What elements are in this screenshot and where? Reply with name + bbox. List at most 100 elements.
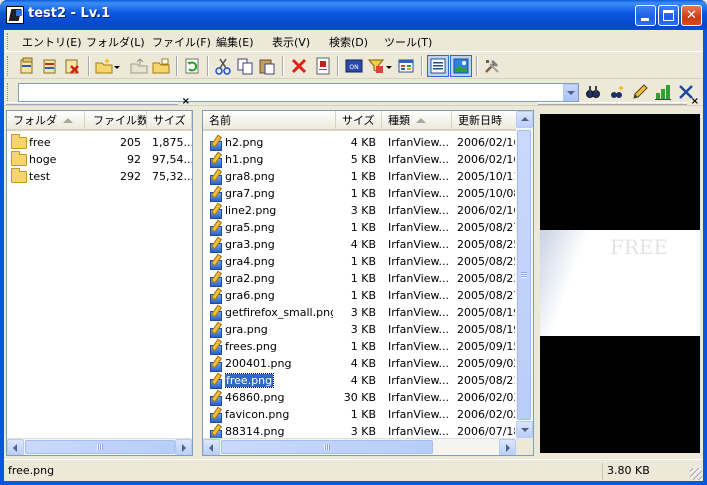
preview-pane[interactable]: FREE [540,114,700,453]
file-date: 2006/02/03 [457,391,515,404]
folder-row[interactable]: hoge 92 97,54... [7,151,192,168]
filter-icon[interactable] [367,57,385,75]
file-col-type[interactable]: 種類 [382,111,452,130]
png-file-icon [208,169,222,185]
folder-pane-grip [6,102,178,105]
minimize-button[interactable] [635,5,656,26]
menu-search[interactable]: 検索(D) [329,34,368,50]
maximize-button[interactable] [658,5,679,26]
folder-up-icon[interactable] [130,57,148,75]
file-pane: 名前 サイズ 種類 更新日時 h2.png 4 KB IrfanView... 200… [202,110,534,456]
file-row[interactable]: gra5.png 1 KB IrfanView... 2005/08/27 [203,219,516,236]
delete-icon[interactable] [290,57,308,75]
file-row[interactable]: gra8.png 1 KB IrfanView... 2005/10/11 [203,168,516,185]
tools-icon[interactable] [483,57,501,75]
file-row[interactable]: gra6.png 1 KB IrfanView... 2005/08/27 [203,287,516,304]
file-row[interactable]: gra4.png 1 KB IrfanView... 2005/08/25 [203,253,516,270]
folder-pane-close-icon[interactable]: × [182,96,190,107]
toolbar-separator [421,56,423,76]
paste-icon[interactable] [258,57,276,75]
file-date: 2006/02/16 [457,136,515,149]
folder-hscroll[interactable] [7,438,192,455]
file-hscroll-thumb[interactable] [221,440,433,454]
file-row[interactable]: gra7.png 1 KB IrfanView... 2005/10/08 [203,185,516,202]
preview-pane-header[interactable]: × [538,96,701,109]
refresh-icon[interactable] [183,57,201,75]
preview-pane-close-icon[interactable]: × [691,96,699,107]
delete-entry-icon[interactable] [63,57,81,75]
menu-grip[interactable] [7,33,10,49]
new-entry-icon[interactable] [18,57,36,75]
view-icon[interactable] [397,57,415,75]
file-row[interactable]: h2.png 4 KB IrfanView... 2006/02/16 [203,134,516,151]
new-folder-icon[interactable] [95,57,113,75]
folder-row[interactable]: free 205 1,875... [7,134,192,151]
folder-col-size[interactable]: サイズ [147,111,192,130]
menu-folder[interactable]: フォルダ(L) [86,34,145,50]
client-area: エントリ(E) フォルダ(L) ファイル(F) 編集(E) 表示(V) 検索(D… [4,30,703,481]
chevron-down-icon[interactable] [113,57,121,75]
file-row[interactable]: line2.png 3 KB IrfanView... 2006/02/16 [203,202,516,219]
file-name: gra7.png [225,187,275,200]
folder-col-count[interactable]: ファイル数 [85,111,147,130]
folder-size: 97,54... [152,153,192,166]
file-size: 4 KB [350,136,376,149]
file-size: 1 KB [350,170,376,183]
menu-tools[interactable]: ツール(T) [384,34,432,50]
file-col-size[interactable]: サイズ [336,111,382,130]
file-row[interactable]: 46860.png 30 KB IrfanView... 2006/02/03 [203,389,516,406]
scroll-left-button[interactable] [203,439,220,455]
file-row[interactable]: h1.png 5 KB IrfanView... 2006/02/16 [203,151,516,168]
folder-pane-header[interactable]: × [6,96,192,109]
menu-bar: エントリ(E) フォルダ(L) ファイル(F) 編集(E) 表示(V) 検索(D… [4,30,703,52]
chevron-down-icon[interactable] [385,57,393,75]
scroll-up-button[interactable] [516,111,533,128]
scroll-right-button[interactable] [175,439,192,455]
resize-grip-icon[interactable] [690,468,702,480]
properties-icon[interactable] [314,57,332,75]
copy-icon[interactable] [236,57,254,75]
file-vscroll[interactable] [516,111,533,438]
scroll-down-button[interactable] [516,421,533,438]
thumbnail-view-icon[interactable] [452,57,470,75]
menu-file[interactable]: ファイル(F) [152,34,211,50]
file-name: gra4.png [225,255,275,268]
toolbar-grip[interactable] [7,56,10,76]
preview-pane-grip [538,102,687,105]
png-file-icon [208,373,222,389]
scroll-right-button[interactable] [499,439,516,455]
file-row[interactable]: 200401.png 4 KB IrfanView... 2005/09/02 [203,355,516,372]
app-icon[interactable] [6,6,24,24]
file-row[interactable]: gra2.png 1 KB IrfanView... 2005/08/23 [203,270,516,287]
cut-icon[interactable] [214,57,232,75]
folder-hscroll-thumb[interactable] [25,440,175,454]
file-col-date[interactable]: 更新日時 [452,111,517,130]
menu-edit[interactable]: 編集(E) [216,34,254,50]
file-row[interactable]: getfirefox_small.png 3 KB IrfanView... 2005… [203,304,516,321]
file-name: gra.png [225,323,268,336]
close-button[interactable]: ✕ [681,5,702,26]
file-row[interactable]: frees.png 1 KB IrfanView... 2005/09/15 [203,338,516,355]
title-bar[interactable]: test2 - Lv.1 ✕ [0,0,707,30]
file-row[interactable]: favicon.png 1 KB IrfanView... 2006/02/02 [203,406,516,423]
file-vscroll-thumb[interactable] [517,130,531,420]
menu-entry[interactable]: エントリ(E) [22,34,82,50]
open-entry-icon[interactable] [41,57,59,75]
file-row[interactable]: gra3.png 4 KB IrfanView... 2005/08/25 [203,236,516,253]
file-row[interactable]: gra.png 3 KB IrfanView... 2005/08/19 [203,321,516,338]
file-hscroll[interactable] [203,438,516,455]
sort-ascending-icon [416,118,426,123]
scroll-left-button[interactable] [7,439,24,455]
menu-view[interactable]: 表示(V) [272,34,310,50]
rename-icon[interactable]: ON [345,57,363,75]
file-size: 1 KB [350,272,376,285]
file-row[interactable]: free.png 4 KB IrfanView... 2005/08/21 [203,372,516,389]
grip-icon [324,444,330,450]
details-view-icon[interactable] [429,57,447,75]
folder-col-name[interactable]: フォルダ [7,111,85,130]
file-col-name[interactable]: 名前 [203,111,336,130]
folder-copy-icon[interactable] [152,57,170,75]
file-date: 2006/02/16 [457,153,515,166]
file-date: 2005/08/27 [457,289,515,302]
folder-row[interactable]: test 292 75,32... [7,168,192,185]
